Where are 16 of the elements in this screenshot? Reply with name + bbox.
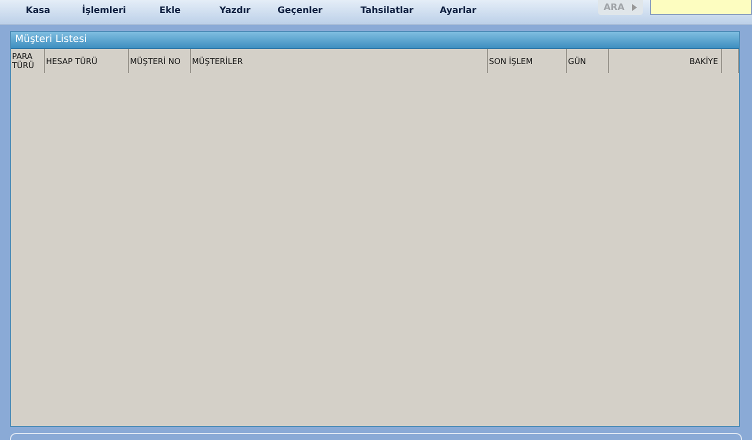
column-header[interactable]: GÜN <box>567 49 609 73</box>
column-header[interactable]: PARA TÜRÜ <box>11 49 45 73</box>
toolbar-button[interactable]: Geçenler <box>262 6 338 17</box>
toolbar-button[interactable]: Ayarlar <box>436 6 480 17</box>
toolbar-button[interactable]: Kasa <box>0 6 76 17</box>
toolbar-button[interactable]: Tahsilatlar <box>338 6 436 17</box>
toolbar-button[interactable]: Ekle <box>132 6 208 17</box>
panel-title: Müşteri Listesi <box>11 32 739 49</box>
toolbar-button[interactable]: İşlemleri <box>76 6 132 17</box>
column-header[interactable]: HESAP TÜRÜ <box>45 49 129 73</box>
column-header[interactable]: SON İŞLEM <box>488 49 567 73</box>
toolbar-button[interactable]: Yazdır <box>208 6 262 17</box>
caret-icon <box>632 4 638 11</box>
column-header[interactable]: MÜŞTERİ NO <box>129 49 191 73</box>
column-header[interactable]: MÜŞTERİLER <box>191 49 488 73</box>
search-field[interactable] <box>650 0 752 15</box>
